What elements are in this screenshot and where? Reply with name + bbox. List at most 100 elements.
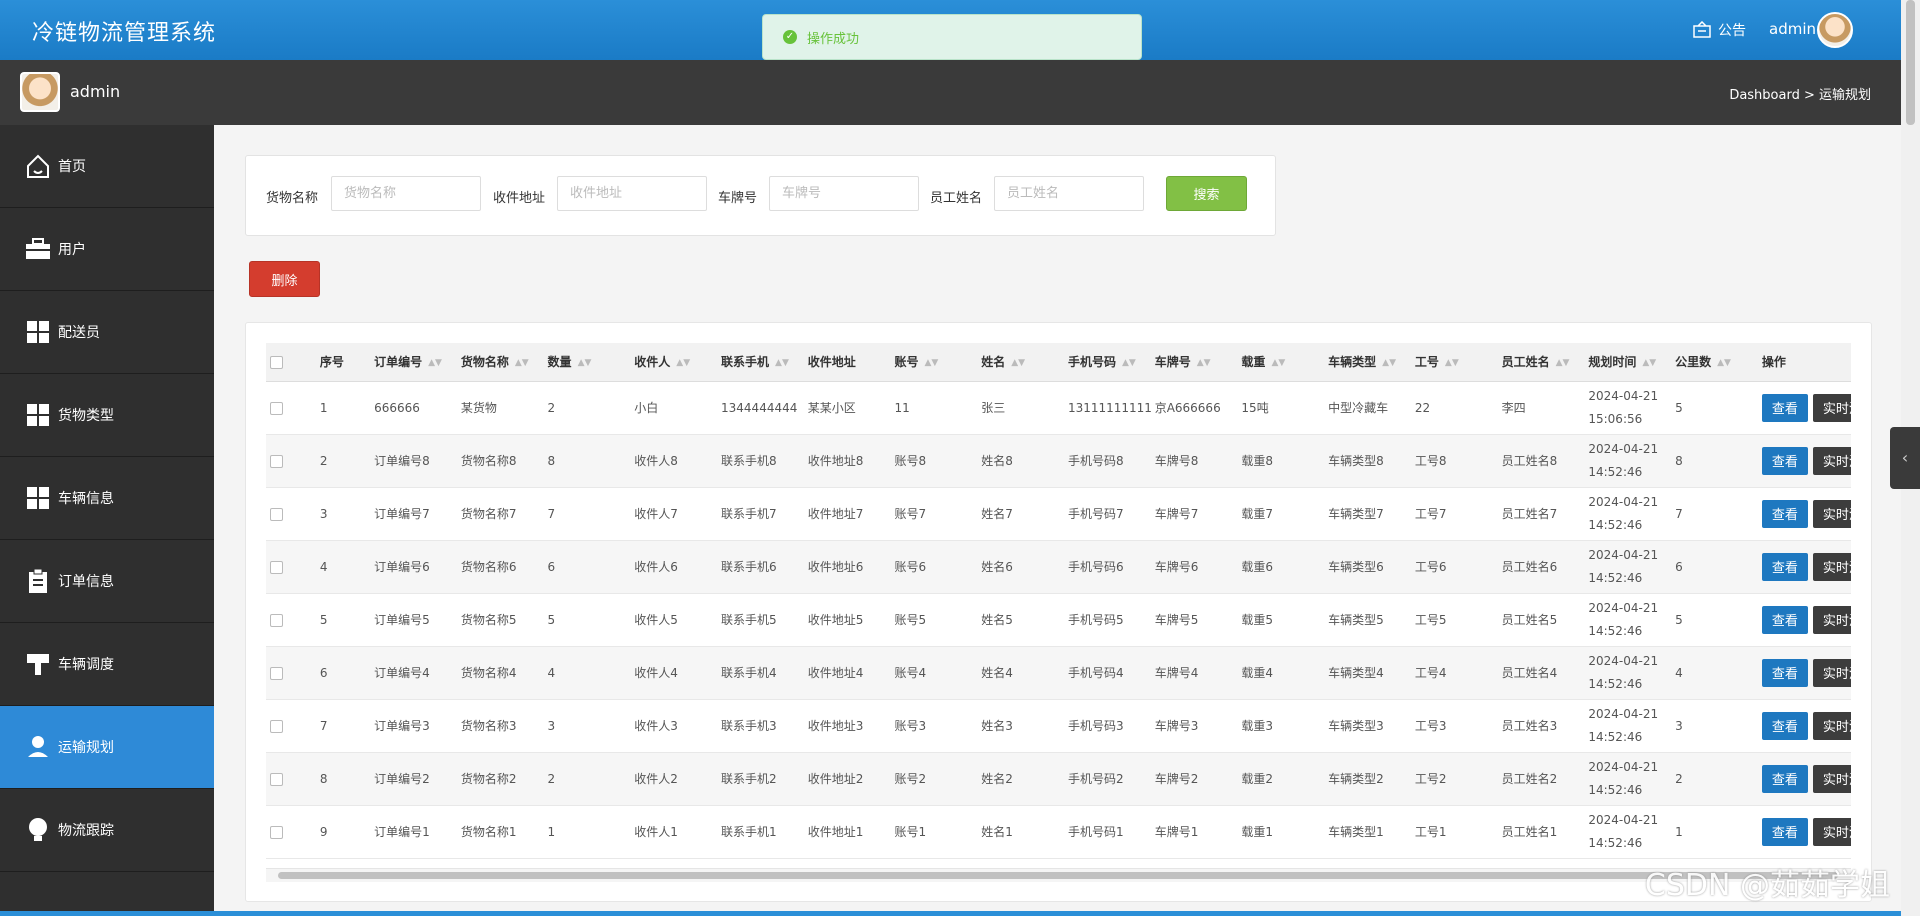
cell-text: 15吨 — [1241, 401, 1269, 415]
column-header[interactable]: 员工姓名 ▲▼ — [1497, 343, 1585, 382]
table-cell: 手机号码8 — [1063, 434, 1151, 488]
cell-text: 姓名5 — [981, 613, 1013, 627]
sidebar-item-label: 订单信息 — [58, 574, 114, 590]
sidebar-item-3[interactable]: 配送员 — [0, 291, 214, 374]
column-header[interactable]: 公里数 ▲▼ — [1671, 343, 1758, 382]
temperature-monitor-button[interactable]: 实时温度监控 — [1812, 658, 1851, 687]
table-cell: 货物名称1 — [456, 805, 544, 859]
sidebar-item-6[interactable]: 订单信息 — [0, 540, 214, 623]
temperature-monitor-button[interactable]: 实时温度监控 — [1812, 446, 1851, 475]
column-header[interactable]: 规划时间 ▲▼ — [1584, 343, 1672, 382]
sidebar-item-8[interactable]: 运输规划 — [0, 706, 214, 789]
cell-text: 账号8 — [894, 454, 927, 468]
column-header[interactable]: 工号 ▲▼ — [1410, 343, 1498, 382]
temperature-monitor-button[interactable]: 实时温度监控 — [1812, 393, 1851, 422]
table-cell: 3 — [543, 699, 631, 753]
table-cell: 13111111111 — [1063, 381, 1151, 435]
row-checkbox[interactable] — [270, 772, 283, 786]
sort-icon: ▲▼ — [1011, 357, 1026, 368]
view-button[interactable]: 查看 — [1761, 446, 1808, 475]
temperature-monitor-button[interactable]: 实时温度监控 — [1812, 499, 1851, 528]
cell-text: 2024-04-21 15:06:56 — [1588, 388, 1659, 426]
cell-text: 2024-04-21 14:52:46 — [1588, 759, 1659, 797]
delete-button[interactable]: 删除 — [249, 261, 320, 297]
table-cell: 货物名称2 — [456, 752, 544, 806]
temperature-monitor-button[interactable]: 实时温度监控 — [1812, 552, 1851, 581]
top-avatar[interactable] — [1817, 12, 1853, 48]
column-header[interactable]: 手机号码 ▲▼ — [1063, 343, 1151, 382]
select-all-checkbox[interactable] — [270, 355, 283, 369]
table-cell: 订单编号6 — [370, 540, 457, 594]
cell-text: 联系手机7 — [721, 507, 777, 521]
column-header[interactable]: 联系手机 ▲▼ — [717, 343, 804, 382]
view-button[interactable]: 查看 — [1761, 552, 1808, 581]
column-header[interactable]: 数量 ▲▼ — [543, 343, 631, 382]
view-button[interactable]: 查看 — [1761, 605, 1808, 634]
search-button[interactable]: 搜索 — [1166, 176, 1247, 211]
view-button[interactable]: 查看 — [1761, 658, 1808, 687]
view-button[interactable]: 查看 — [1761, 499, 1808, 528]
table-cell: 员工姓名5 — [1497, 593, 1585, 647]
table-cell: 2 — [543, 381, 631, 435]
row-checkbox[interactable] — [270, 666, 283, 680]
plate-input[interactable] — [769, 176, 919, 211]
view-button[interactable]: 查看 — [1761, 764, 1808, 793]
sidebar-item-9[interactable]: 物流跟踪 — [0, 789, 214, 872]
view-button[interactable]: 查看 — [1761, 393, 1808, 422]
actions-cell: 查看实时温度监控修改 — [1757, 805, 1851, 859]
sidebar-item-label: 运输规划 — [58, 740, 114, 756]
row-checkbox[interactable] — [270, 560, 283, 574]
employee-name-input[interactable] — [994, 176, 1144, 211]
table-cell: 联系手机2 — [717, 752, 804, 806]
column-header[interactable]: 收件人 ▲▼ — [630, 343, 718, 382]
row-checkbox[interactable] — [270, 825, 283, 839]
cell-text: 2024-04-21 14:52:46 — [1588, 812, 1659, 850]
user-avatar — [20, 72, 60, 112]
column-header[interactable]: 姓名 ▲▼ — [977, 343, 1064, 382]
page-scroll-thumb[interactable] — [1906, 0, 1915, 125]
table-scroll-area[interactable]: 序号 订单编号 ▲▼ 货物名称 ▲▼ 数量 ▲▼ 收件人 ▲▼ 联系手机 ▲▼ 收件地址 账号 ▲▼ 姓名 ▲… — [266, 343, 1851, 868]
column-header[interactable]: 订单编号 ▲▼ — [370, 343, 457, 382]
sidebar-item-7[interactable]: 车辆调度 — [0, 623, 214, 706]
row-checkbox[interactable] — [270, 719, 283, 733]
row-checkbox[interactable] — [270, 613, 283, 627]
horizontal-scrollbar[interactable] — [266, 868, 1851, 882]
notice-link[interactable]: 公告 — [1692, 20, 1746, 40]
column-header[interactable]: 载重 ▲▼ — [1237, 343, 1325, 382]
address-input[interactable] — [557, 176, 707, 211]
cell-text: 1 — [319, 400, 328, 415]
sidebar-item-4[interactable]: 货物类型 — [0, 374, 214, 457]
actions-cell: 查看实时温度监控修改 — [1757, 752, 1851, 806]
row-checkbox[interactable] — [270, 507, 283, 521]
temperature-monitor-button[interactable]: 实时温度监控 — [1812, 764, 1851, 793]
row-checkbox[interactable] — [270, 401, 283, 415]
temperature-monitor-button[interactable]: 实时温度监控 — [1812, 817, 1851, 846]
sidebar-item-1[interactable]: 首页 — [0, 125, 214, 208]
table-cell: 账号7 — [890, 487, 978, 541]
table-cell: 联系手机6 — [717, 540, 804, 594]
table-cell: 收件地址6 — [803, 540, 891, 594]
column-header[interactable]: 货物名称 ▲▼ — [456, 343, 544, 382]
cell-text: 车牌号2 — [1154, 772, 1199, 786]
cell-text: 姓名8 — [981, 454, 1013, 468]
table-cell: 京A666666 — [1150, 381, 1238, 435]
view-button[interactable]: 查看 — [1761, 817, 1808, 846]
temperature-monitor-button[interactable]: 实时温度监控 — [1812, 711, 1851, 740]
table-cell: 货物名称8 — [456, 434, 544, 488]
cell-text: 6 — [319, 665, 328, 680]
collapse-panel-toggle[interactable]: ‹ — [1890, 427, 1920, 489]
column-header[interactable]: 车辆类型 ▲▼ — [1324, 343, 1411, 382]
horizontal-scroll-thumb[interactable] — [278, 872, 1838, 879]
row-checkbox[interactable] — [270, 454, 283, 468]
column-header[interactable]: 账号 ▲▼ — [890, 343, 978, 382]
goods-name-input[interactable] — [331, 176, 481, 211]
sidebar-item-5[interactable]: 车辆信息 — [0, 457, 214, 540]
temperature-monitor-button[interactable]: 实时温度监控 — [1812, 605, 1851, 634]
sidebar-item-2[interactable]: 用户 — [0, 208, 214, 291]
cell-text: 手机号码1 — [1067, 825, 1124, 839]
view-button[interactable]: 查看 — [1761, 711, 1808, 740]
top-username[interactable]: admin — [1769, 20, 1816, 38]
column-header[interactable]: 车牌号 ▲▼ — [1150, 343, 1238, 382]
table-cell: 15吨 — [1237, 381, 1325, 435]
main-content: 货物名称 收件地址 车牌号 员工姓名 搜索 删除 序号订单编号▲▼货物名称▲▼数… — [214, 125, 1901, 916]
